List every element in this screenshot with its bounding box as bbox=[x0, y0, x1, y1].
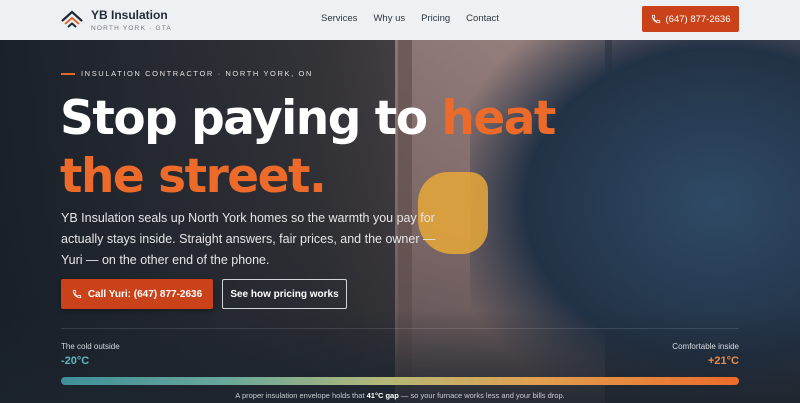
hero-bottom-fade bbox=[0, 310, 800, 403]
hero-lede: YB Insulation seals up North York homes … bbox=[61, 211, 436, 267]
caption-gap: 41°C gap bbox=[366, 391, 399, 400]
call-yuri-button[interactable]: Call Yuri: (647) 877-2636 bbox=[61, 279, 213, 309]
temperature-caption: A proper insulation envelope holds that … bbox=[0, 391, 800, 400]
roof-logo-icon bbox=[61, 10, 83, 28]
warm-temperature-value: +21°C bbox=[707, 355, 739, 367]
hero-eyebrow: INSULATION CONTRACTOR · NORTH YORK, ON bbox=[61, 69, 313, 78]
phone-icon bbox=[72, 289, 81, 299]
nav-contact[interactable]: Contact bbox=[466, 13, 499, 24]
caption-after: — so your furnace works less and your bi… bbox=[398, 391, 565, 400]
brand-location: NORTH YORK · GTA bbox=[91, 25, 172, 32]
cold-outside-label: The cold outside bbox=[61, 342, 120, 351]
brand[interactable]: YB Insulation NORTH YORK · GTA bbox=[61, 8, 172, 32]
pricing-link-button[interactable]: See how pricing works bbox=[222, 279, 347, 309]
hero-headline: Stop paying to heat the street. bbox=[60, 90, 580, 206]
comfortable-inside-label: Comfortable inside bbox=[672, 342, 739, 351]
eyebrow-text: INSULATION CONTRACTOR · NORTH YORK, ON bbox=[81, 69, 313, 78]
main-nav: Services Why us Pricing Contact bbox=[321, 13, 499, 24]
nav-pricing[interactable]: Pricing bbox=[421, 13, 450, 24]
phone-icon bbox=[651, 14, 660, 24]
brand-name: YB Insulation bbox=[91, 8, 168, 22]
nav-services[interactable]: Services bbox=[321, 13, 357, 24]
header-call-label: (647) 877-2636 bbox=[665, 13, 731, 25]
caption-before: A proper insulation envelope holds that bbox=[235, 391, 367, 400]
header-call-button[interactable]: (647) 877-2636 bbox=[642, 6, 739, 32]
cold-temperature-value: -20°C bbox=[61, 355, 90, 367]
nav-why-us[interactable]: Why us bbox=[373, 13, 405, 24]
call-yuri-label: Call Yuri: (647) 877-2636 bbox=[87, 288, 203, 300]
site-header: YB Insulation NORTH YORK · GTA Services … bbox=[0, 0, 800, 40]
hero-divider bbox=[61, 328, 739, 329]
headline-main: Stop paying to bbox=[60, 91, 442, 146]
temperature-gradient-bar bbox=[61, 377, 739, 385]
hero-section: INSULATION CONTRACTOR · NORTH YORK, ON S… bbox=[0, 40, 800, 403]
pricing-link-label: See how pricing works bbox=[230, 288, 339, 300]
eyebrow-accent-line bbox=[61, 72, 75, 75]
